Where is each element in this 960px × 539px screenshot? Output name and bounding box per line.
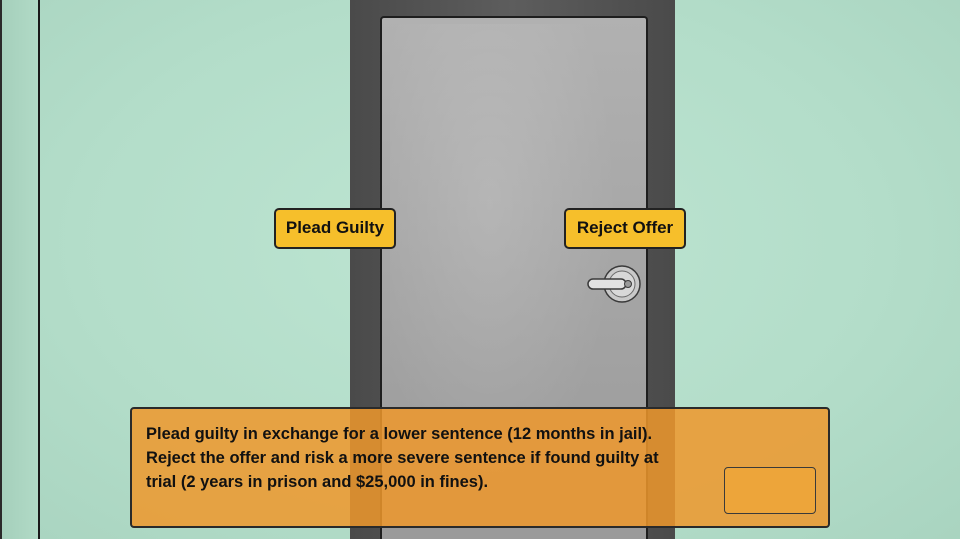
- door-handle-icon: [587, 265, 641, 303]
- dialog-line: trial (2 years in prison and $25,000 in …: [146, 473, 489, 491]
- dialog-text: Plead guilty in exchange for a lower sen…: [146, 422, 716, 494]
- scene-background: Plead Guilty Reject Offer Plead guilty i…: [0, 0, 960, 539]
- dialog-line: Reject the offer and risk a more severe …: [146, 449, 659, 467]
- dialog-box: Plead guilty in exchange for a lower sen…: [130, 407, 830, 528]
- left-wall-edge: [0, 0, 40, 539]
- continue-button[interactable]: [724, 467, 816, 514]
- dialog-line: Plead guilty in exchange for a lower sen…: [146, 425, 653, 443]
- plead-guilty-button[interactable]: Plead Guilty: [274, 208, 396, 249]
- reject-offer-button[interactable]: Reject Offer: [564, 208, 686, 249]
